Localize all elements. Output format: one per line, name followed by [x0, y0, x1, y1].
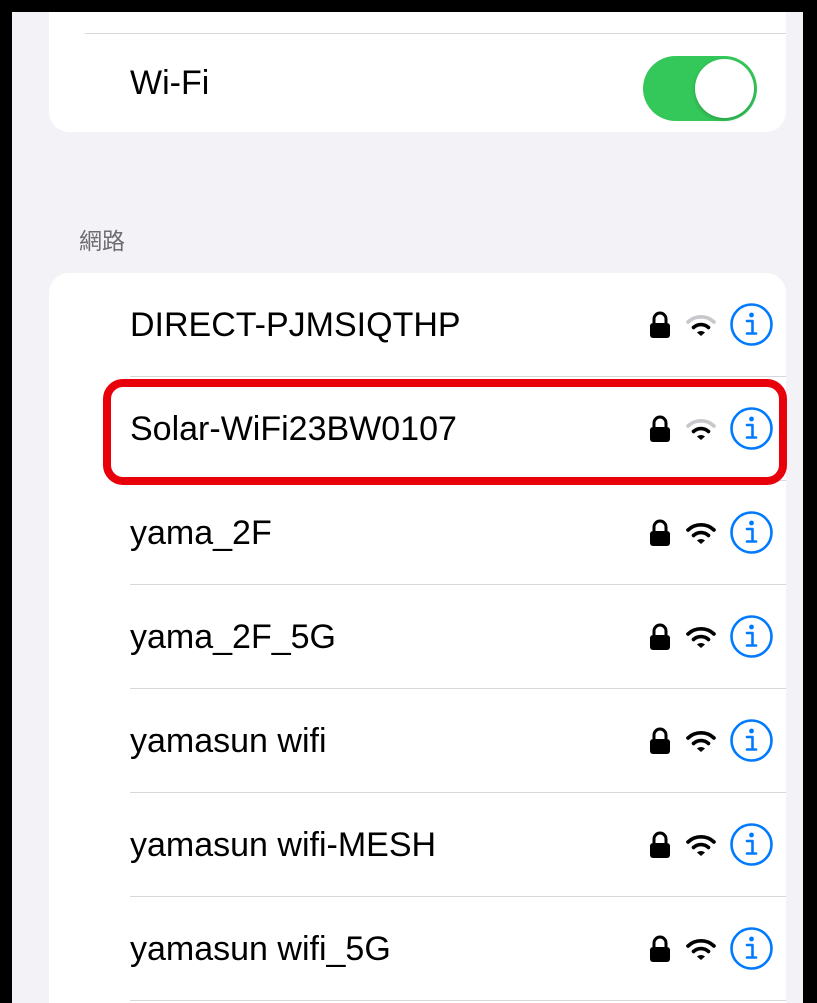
info-icon[interactable] [729, 822, 774, 867]
network-row[interactable]: yama_2F_5G [49, 585, 786, 689]
network-row[interactable]: Solar-WiFi23BW0107 [49, 377, 786, 481]
wifi-card: Wi-Fi [49, 12, 786, 132]
info-icon[interactable] [729, 302, 774, 347]
network-name: yamasun wifi [130, 722, 327, 760]
lock-icon [650, 727, 670, 754]
wifi-signal-icon [686, 731, 716, 752]
networks-card: DIRECT-PJMSIQTHP Solar-WiFi23BW0107 yama_2… [49, 273, 786, 1003]
wifi-label: Wi-Fi [130, 64, 210, 102]
network-row[interactable]: yamasun wifi [49, 689, 786, 793]
wifi-signal-icon [686, 627, 716, 648]
wifi-row: Wi-Fi [49, 34, 786, 132]
network-name: yama_2F_5G [130, 618, 336, 656]
network-name: Solar-WiFi23BW0107 [130, 410, 457, 448]
info-icon[interactable] [729, 406, 774, 451]
lock-icon [650, 519, 670, 546]
lock-icon [650, 311, 670, 338]
wifi-signal-icon [686, 835, 716, 856]
wifi-signal-icon [686, 315, 716, 336]
network-row[interactable]: yamasun wifi-MESH [49, 793, 786, 897]
network-row[interactable]: yama_2F [49, 481, 786, 585]
lock-icon [650, 935, 670, 962]
wifi-toggle[interactable] [643, 56, 757, 121]
info-icon[interactable] [729, 926, 774, 971]
network-name: yamasun wifi-MESH [130, 826, 437, 864]
wifi-signal-icon [686, 419, 716, 440]
info-icon[interactable] [729, 614, 774, 659]
network-row[interactable]: yamasun wifi_5G [49, 897, 786, 1001]
networks-section-header: 網路 [79, 228, 125, 254]
info-icon[interactable] [729, 718, 774, 763]
info-icon[interactable] [729, 510, 774, 555]
settings-screen: Wi-Fi 網路 DIRECT-PJMSIQTHP Solar-WiFi23BW0… [12, 12, 803, 1003]
divider [130, 1000, 786, 1001]
toggle-knob [695, 59, 754, 118]
network-name: yama_2F [130, 514, 272, 552]
network-row[interactable]: DIRECT-PJMSIQTHP [49, 273, 786, 377]
lock-icon [650, 415, 670, 442]
network-name: DIRECT-PJMSIQTHP [130, 306, 461, 344]
lock-icon [650, 623, 670, 650]
wifi-signal-icon [686, 523, 716, 544]
wifi-signal-icon [686, 939, 716, 960]
network-name: yamasun wifi_5G [130, 930, 391, 968]
lock-icon [650, 831, 670, 858]
